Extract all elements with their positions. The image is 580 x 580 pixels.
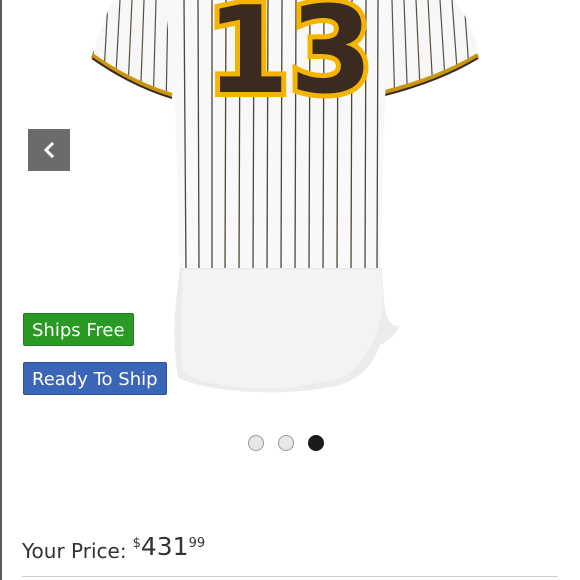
carousel-dot-3[interactable] — [308, 435, 324, 451]
carousel-dot-2[interactable] — [278, 435, 294, 451]
price-row: Your Price: $ 431 99 — [22, 532, 205, 563]
jersey-image: 13 13 — [90, 0, 480, 393]
jersey-number-fill: 13 — [206, 0, 373, 121]
ships-free-badge: Ships Free — [23, 313, 134, 346]
price-cents: 99 — [188, 536, 206, 551]
page-edge — [0, 0, 2, 580]
price-dollars: 431 — [140, 532, 189, 561]
chevron-left-icon — [43, 142, 55, 158]
carousel-dot-1[interactable] — [248, 435, 264, 451]
divider — [22, 576, 558, 577]
ready-to-ship-badge: Ready To Ship — [23, 362, 167, 395]
carousel-prev-button[interactable] — [28, 129, 70, 171]
price-label: Your Price: — [22, 539, 127, 563]
price-currency: $ — [132, 536, 141, 551]
product-page: 13 13 Ships Free Ready To Ship Your Pric… — [0, 0, 580, 580]
carousel-dots — [248, 435, 324, 451]
